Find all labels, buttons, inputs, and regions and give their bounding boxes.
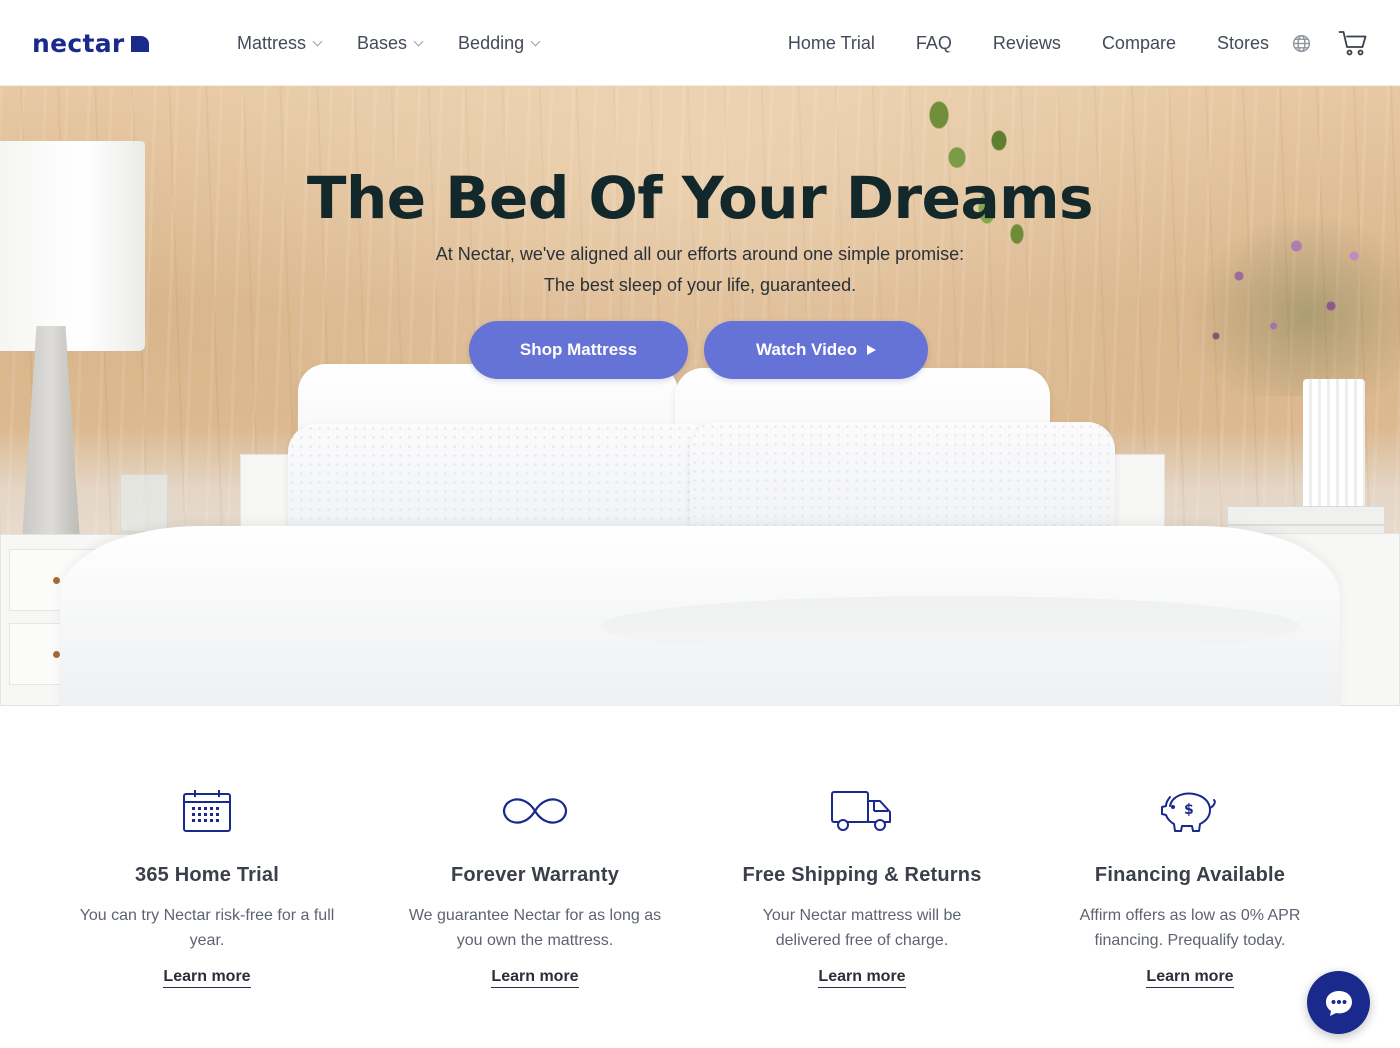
logo-wordmark: nectar — [32, 28, 125, 58]
hero-title: The Bed Of Your Dreams — [306, 164, 1094, 232]
feature-home-trial: 365 Home Trial You can try Nectar risk-f… — [42, 786, 372, 988]
nav-faq-link[interactable]: FAQ — [916, 33, 952, 54]
play-icon — [867, 345, 877, 355]
truck-icon — [697, 786, 1027, 836]
svg-text:$: $ — [1184, 802, 1194, 818]
nectar-logo[interactable]: nectar — [32, 28, 149, 58]
secondary-nav: Home Trial FAQ Reviews Compare Stores — [788, 0, 1368, 86]
feature-financing: $ Financing Available Affirm offers as l… — [1025, 786, 1355, 988]
water-glass-image — [120, 474, 168, 532]
globe-icon[interactable] — [1292, 34, 1311, 53]
watch-video-button[interactable]: Watch Video — [704, 321, 928, 379]
feature-shipping: Free Shipping & Returns Your Nectar matt… — [697, 786, 1027, 988]
cart-icon[interactable] — [1338, 29, 1368, 57]
nav-home-trial-link[interactable]: Home Trial — [788, 33, 875, 54]
feature-description: Affirm offers as low as 0% APR financing… — [1079, 907, 1301, 949]
nav-bedding-label: Bedding — [458, 32, 525, 53]
features-section: 365 Home Trial You can try Nectar risk-f… — [0, 706, 1400, 1048]
learn-more-link[interactable]: Learn more — [163, 968, 251, 988]
feature-warranty: Forever Warranty We guarantee Nectar for… — [370, 786, 700, 988]
hero-subtitle-line2: The best sleep of your life, guaranteed. — [543, 275, 857, 295]
chevron-down-icon — [530, 36, 541, 46]
learn-more-link[interactable]: Learn more — [1146, 968, 1234, 988]
hero-section: The Bed Of Your Dreams At Nectar, we've … — [0, 86, 1400, 706]
feature-title: Free Shipping & Returns — [742, 864, 982, 886]
feature-description: You can try Nectar risk-free for a full … — [79, 907, 335, 949]
nav-mattress-dropdown[interactable]: Mattress — [237, 32, 323, 54]
watch-video-label: Watch Video — [755, 340, 858, 359]
chat-bubble-icon — [1325, 990, 1352, 1016]
shop-mattress-label: Shop Mattress — [519, 340, 638, 359]
feature-title: 365 Home Trial — [135, 864, 279, 886]
hero-subtitle-line1: At Nectar, we've aligned all our efforts… — [435, 244, 965, 264]
nav-stores-link[interactable]: Stores — [1217, 33, 1269, 54]
calendar-icon — [42, 786, 372, 836]
nav-bases-label: Bases — [357, 32, 408, 53]
nav-reviews-link[interactable]: Reviews — [993, 33, 1061, 54]
feature-description: Your Nectar mattress will be delivered f… — [762, 907, 962, 949]
feature-title: Forever Warranty — [450, 864, 620, 886]
nav-compare-link[interactable]: Compare — [1102, 33, 1176, 54]
chat-button[interactable] — [1307, 971, 1370, 1034]
nav-bedding-dropdown[interactable]: Bedding — [458, 32, 541, 54]
vase-image — [1303, 379, 1365, 519]
site-header: nectar Mattress Bases Bedding Home Trial… — [0, 0, 1400, 86]
piggy-bank-icon: $ — [1025, 786, 1355, 836]
nav-mattress-label: Mattress — [237, 32, 307, 53]
learn-more-link[interactable]: Learn more — [491, 968, 579, 988]
feature-description: We guarantee Nectar for as long as you o… — [408, 907, 662, 949]
logo-mark-icon — [130, 36, 149, 52]
learn-more-link[interactable]: Learn more — [818, 968, 906, 988]
chevron-down-icon — [312, 36, 323, 46]
feature-title: Financing Available — [1094, 864, 1286, 886]
infinity-icon — [370, 786, 700, 836]
nav-bases-dropdown[interactable]: Bases — [357, 32, 424, 54]
shop-mattress-button[interactable]: Shop Mattress — [469, 321, 688, 379]
chevron-down-icon — [413, 36, 424, 46]
primary-nav: Mattress Bases Bedding — [237, 0, 541, 86]
